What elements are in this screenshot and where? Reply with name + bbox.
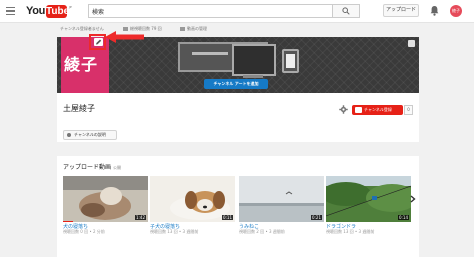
gear-icon[interactable] bbox=[339, 105, 348, 114]
uploads-title[interactable]: アップロード動画 公開 bbox=[63, 162, 121, 171]
video-manager-icon bbox=[180, 27, 185, 31]
tv-stand bbox=[243, 75, 263, 78]
about-label: チャンネルの説明 bbox=[74, 132, 106, 137]
video-duration: 0:14 bbox=[398, 215, 409, 220]
chevron-right-icon[interactable] bbox=[410, 195, 416, 203]
phone-device-illustration bbox=[282, 49, 299, 73]
logo-you: You bbox=[26, 5, 46, 17]
search-input[interactable] bbox=[89, 5, 332, 17]
channel-name: 土屋綾子 bbox=[63, 104, 95, 113]
video-thumbnail[interactable]: 0:11 bbox=[150, 176, 235, 222]
banner-edit-icon[interactable] bbox=[408, 40, 415, 47]
menu-icon[interactable] bbox=[6, 7, 15, 15]
upload-button[interactable]: アップロード bbox=[383, 4, 419, 17]
settings-icon bbox=[67, 133, 71, 137]
video-manager-link[interactable]: 動画の管理 bbox=[180, 26, 207, 32]
subscriber-count: 0 bbox=[404, 105, 413, 115]
youtube-play-icon bbox=[355, 107, 362, 113]
search-icon bbox=[342, 7, 350, 15]
channel-icon-edit-highlight[interactable] bbox=[89, 34, 106, 50]
watch-progress-bar bbox=[63, 221, 73, 222]
channel-about-button[interactable]: チャンネルの説明 bbox=[63, 130, 117, 140]
pencil-icon[interactable] bbox=[94, 38, 103, 46]
video-duration: 0:21 bbox=[311, 215, 322, 220]
video-meta: 視聴回数 13 回 • 3 週間前 bbox=[150, 229, 199, 234]
subscribe-label: チャンネル登録 bbox=[364, 107, 392, 112]
video-duration: 1:42 bbox=[135, 215, 146, 220]
video-thumbnail[interactable]: 0:21 bbox=[239, 176, 324, 222]
search-box bbox=[88, 4, 360, 18]
subscribe-button[interactable]: チャンネル登録 bbox=[352, 105, 403, 115]
logo-tube: Tube bbox=[46, 5, 70, 18]
video-meta: 視聴回数 0 回 • 2 分前 bbox=[63, 229, 105, 234]
video-meta: 視聴回数 13 回 • 3 週間前 bbox=[326, 229, 375, 234]
annotation-arrow-icon bbox=[105, 31, 144, 43]
uploads-visibility: 公開 bbox=[113, 165, 122, 170]
video-thumbnail[interactable]: 0:14 bbox=[326, 176, 411, 222]
video-thumbnail[interactable]: 1:42 bbox=[63, 176, 148, 222]
masthead: You Tube JP アップロード 綾子 bbox=[0, 0, 474, 23]
logo-region: JP bbox=[69, 5, 72, 9]
avatar[interactable]: 綾子 bbox=[450, 5, 462, 17]
uploads-title-text: アップロード動画 bbox=[63, 164, 112, 171]
not-registered-text: チャンネル登録者ません bbox=[60, 26, 104, 31]
tv-device-illustration bbox=[232, 44, 276, 76]
video-manager-label: 動画の管理 bbox=[187, 26, 207, 31]
search-button[interactable] bbox=[332, 5, 359, 17]
video-duration: 0:11 bbox=[222, 215, 233, 220]
notification-bell-icon[interactable] bbox=[430, 5, 439, 16]
add-channel-art-button[interactable]: チャンネル アートを追加 bbox=[204, 79, 268, 89]
video-meta: 視聴回数 2 回 • 3 週間前 bbox=[239, 229, 285, 234]
